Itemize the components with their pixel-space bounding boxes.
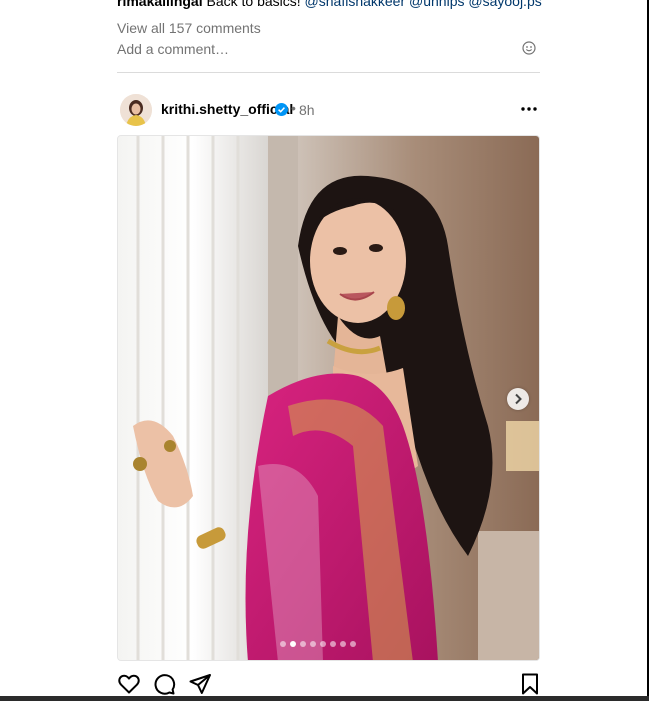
paper-plane-icon[interactable] — [188, 672, 212, 696]
taskbar-edge — [0, 696, 649, 701]
heart-icon[interactable] — [117, 672, 141, 696]
caption-tags[interactable]: @shafishakkeer @unnips @sayooj.ps — [305, 0, 542, 9]
carousel-dot — [290, 641, 296, 647]
chevron-right-icon — [515, 393, 522, 405]
more-options-icon[interactable] — [520, 106, 538, 112]
avatar[interactable] — [120, 94, 152, 126]
comment-icon[interactable] — [152, 672, 176, 696]
carousel-dot — [310, 641, 316, 647]
post-image[interactable] — [117, 135, 540, 661]
post-timestamp[interactable]: 8h — [299, 102, 315, 118]
carousel-dot — [320, 641, 326, 647]
separator-dot: • — [291, 100, 296, 116]
carousel-dot — [280, 641, 286, 647]
carousel-dot — [340, 641, 346, 647]
add-comment-input[interactable]: Add a comment… — [117, 41, 229, 57]
previous-post-caption: rimakallingal Back to basics! @shafishak… — [117, 0, 547, 10]
caption-username[interactable]: rimakallingal — [117, 0, 203, 9]
view-all-comments-link[interactable]: View all 157 comments — [117, 20, 261, 36]
carousel-indicator — [280, 641, 356, 647]
bookmark-icon[interactable] — [518, 672, 542, 696]
carousel-next-button[interactable] — [507, 388, 529, 410]
carousel-dot — [350, 641, 356, 647]
post-username[interactable]: krithi.shetty_official — [161, 101, 293, 117]
emoji-icon[interactable] — [522, 41, 536, 55]
verified-badge-icon — [275, 103, 288, 116]
caption-text: Back to basics! — [206, 0, 301, 9]
carousel-dot — [330, 641, 336, 647]
post-divider — [117, 72, 540, 73]
carousel-dot — [300, 641, 306, 647]
